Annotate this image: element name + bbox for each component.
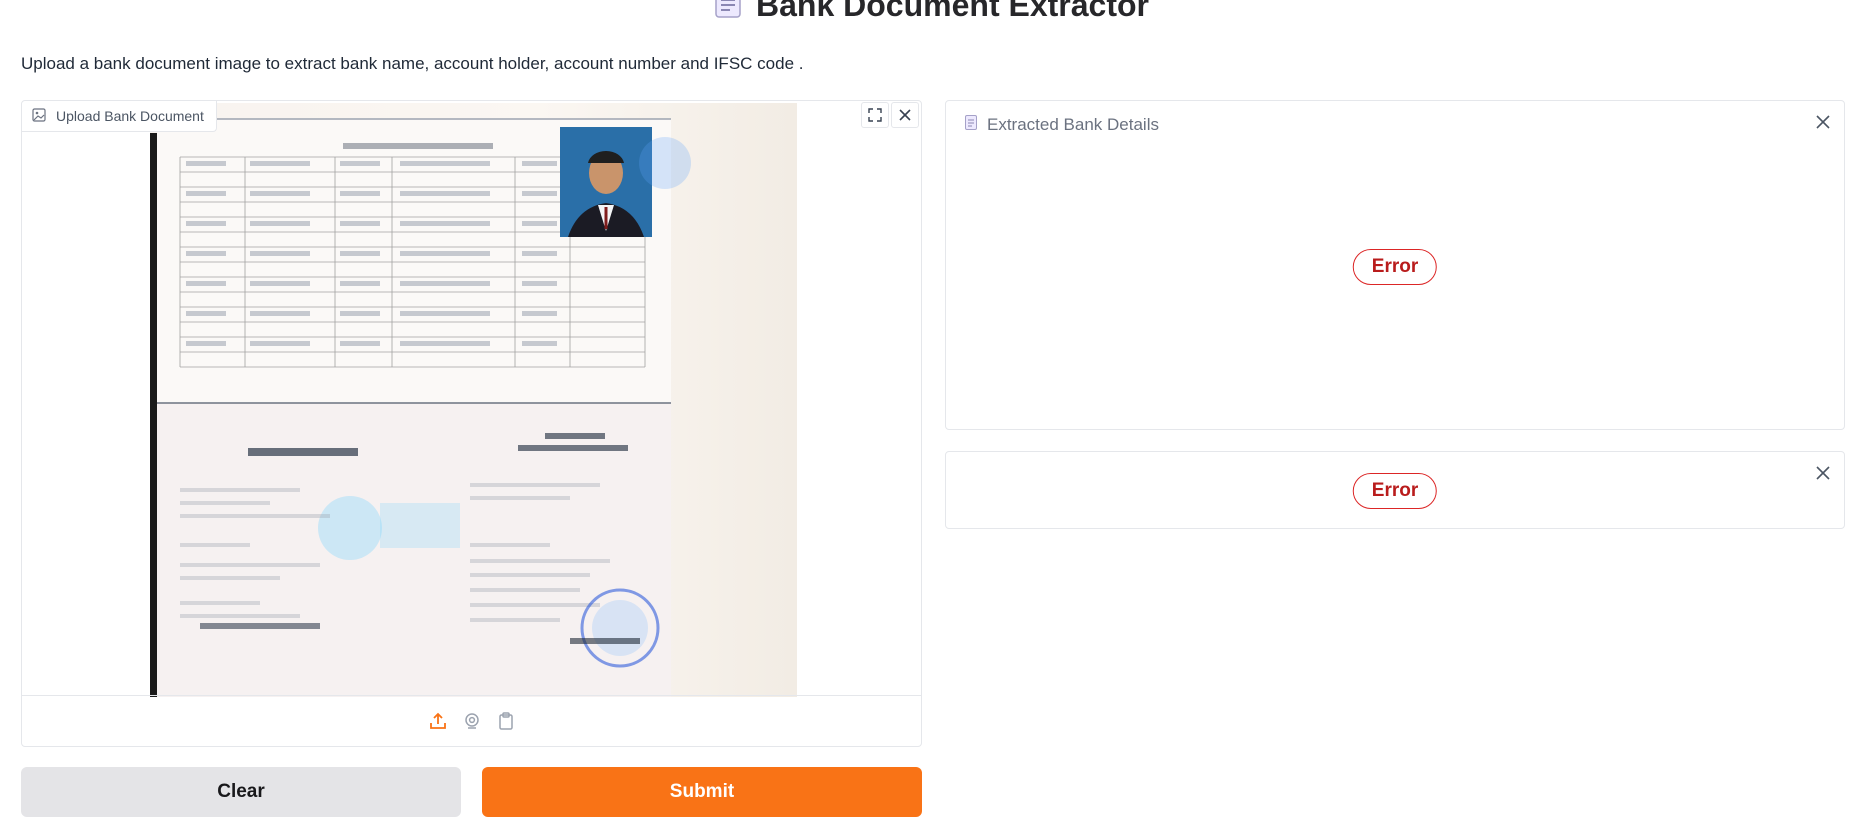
error-badge: Error — [1352, 473, 1438, 509]
extracted-details-label-text: Extracted Bank Details — [987, 115, 1159, 134]
image-icon — [32, 107, 46, 125]
webcam-icon[interactable] — [461, 710, 483, 732]
extracted-details-label: Extracted Bank Details — [965, 115, 1159, 135]
extracted-details-panel: Extracted Bank Details Error — [945, 100, 1845, 430]
clear-button[interactable]: Clear — [21, 767, 461, 817]
upload-panel-label: Upload Bank Document — [22, 101, 217, 132]
upload-panel-label-text: Upload Bank Document — [56, 108, 204, 124]
secondary-output-panel: Error — [945, 451, 1845, 529]
upload-bank-document-panel[interactable]: Upload Bank Document — [21, 100, 922, 747]
image-toolbar — [861, 102, 919, 128]
document-binding-edge — [150, 133, 157, 697]
uploaded-document-image — [150, 103, 797, 697]
upload-icon[interactable] — [427, 710, 449, 732]
page-title-text: Bank Document Extractor — [756, 0, 1149, 23]
clipboard-icon[interactable] — [495, 710, 517, 732]
page-title: Bank Document Extractor — [0, 0, 1863, 26]
submit-button[interactable]: Submit — [482, 767, 922, 817]
text-document-icon — [965, 115, 977, 135]
document-icon — [714, 0, 742, 26]
upload-source-bar — [22, 695, 921, 746]
close-icon[interactable] — [1814, 464, 1832, 482]
document-scan-illustration — [157, 118, 691, 697]
close-icon[interactable] — [1814, 113, 1832, 131]
fullscreen-icon[interactable] — [861, 102, 889, 128]
error-badge: Error — [1352, 249, 1438, 285]
close-icon[interactable] — [891, 102, 919, 128]
page-description: Upload a bank document image to extract … — [21, 54, 804, 73]
